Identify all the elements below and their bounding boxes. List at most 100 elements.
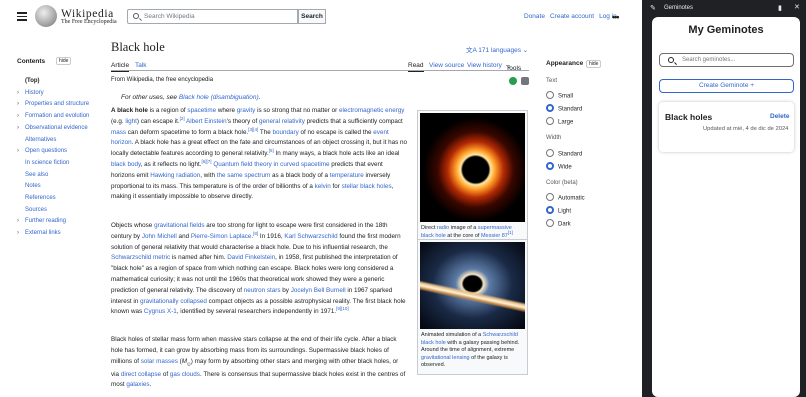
article-link[interactable]: the same spectrum: [217, 172, 271, 179]
toc-item[interactable]: › Properties and structure: [17, 101, 89, 107]
article-link[interactable]: Pierre-Simon Laplace: [191, 233, 252, 240]
appearance-hide-button[interactable]: hide: [586, 60, 602, 68]
toc-item[interactable]: In science fiction: [17, 160, 69, 166]
article-link[interactable]: neutron stars: [244, 287, 281, 294]
article-link[interactable]: Albert Einstein: [186, 118, 227, 125]
toc-item[interactable]: Notes: [17, 183, 41, 189]
chevron-right-icon[interactable]: ›: [17, 113, 25, 119]
article-link[interactable]: [3][4]: [248, 127, 258, 132]
article-link[interactable]: light: [125, 118, 137, 125]
toc-item[interactable]: › Formation and evolution: [17, 113, 89, 119]
article-link[interactable]: [2]: [180, 116, 185, 121]
text-standard-option[interactable]: Standard: [546, 104, 582, 113]
text-large-option[interactable]: Large: [546, 117, 573, 126]
create-geminote-button[interactable]: Create Geminote +: [659, 79, 794, 93]
color-dark-option[interactable]: Dark: [546, 219, 571, 228]
toc-item[interactable]: See also: [17, 172, 48, 178]
toc-item[interactable]: › External links: [17, 230, 61, 236]
toc-item[interactable]: › History: [17, 90, 44, 96]
article-link[interactable]: mass: [111, 129, 126, 136]
schwarzschild-simulation-image[interactable]: [420, 242, 525, 329]
note-title[interactable]: Black holes: [665, 112, 712, 122]
tab-view-history[interactable]: View history: [467, 62, 502, 69]
article-link[interactable]: electromagnetic energy: [339, 107, 404, 114]
tab-view-source[interactable]: View source: [429, 62, 464, 69]
article-link[interactable]: Quantum field theory in curved spacetime: [213, 161, 329, 168]
good-article-icon[interactable]: [509, 77, 517, 85]
more-options-icon[interactable]: •••: [612, 12, 620, 22]
article-link[interactable]: gas clouds: [170, 371, 200, 378]
article-link[interactable]: Jocelyn Bell Burnell: [291, 287, 346, 294]
article-link[interactable]: general relativity: [259, 118, 305, 125]
language-selector[interactable]: 文A 171 languages ⌄: [466, 44, 528, 54]
radio-icon[interactable]: [546, 149, 554, 157]
disambiguation-link[interactable]: Black hole (disambiguation): [179, 94, 259, 101]
radio-icon[interactable]: [546, 219, 554, 227]
color-automatic-option[interactable]: Automatic: [546, 193, 585, 202]
article-link[interactable]: black body: [111, 161, 141, 168]
pin-icon[interactable]: ▮: [778, 4, 782, 12]
toc-item[interactable]: › Further reading: [17, 218, 66, 224]
radio-icon[interactable]: [546, 193, 554, 201]
width-wide-option[interactable]: Wide: [546, 162, 572, 171]
article-link[interactable]: gravity: [237, 107, 256, 114]
toc-item[interactable]: (Top): [17, 78, 40, 84]
note-card[interactable]: Black holes Delete Updated at mié, 4 de …: [659, 102, 794, 152]
radio-icon[interactable]: [546, 91, 554, 99]
toc-item[interactable]: Alternatives: [17, 137, 56, 143]
toc-item[interactable]: References: [17, 195, 56, 201]
close-icon[interactable]: ✕: [794, 3, 800, 11]
article-link[interactable]: gravitational fields: [154, 222, 204, 229]
article-link[interactable]: spacetime: [187, 107, 216, 114]
article-link[interactable]: Karl Schwarzschild: [284, 233, 337, 240]
messier-87-link[interactable]: Messier 87: [481, 233, 508, 239]
chevron-right-icon[interactable]: ›: [17, 101, 25, 107]
article-link[interactable]: [6][7]: [202, 159, 212, 164]
main-menu-icon[interactable]: [17, 12, 27, 21]
chevron-right-icon[interactable]: ›: [17, 148, 25, 154]
lensing-link[interactable]: gravitational lensing: [421, 355, 470, 361]
article-link[interactable]: kelvin: [315, 183, 331, 190]
tools-menu[interactable]: Tools ⌄: [506, 62, 521, 72]
article-link[interactable]: boundary: [272, 129, 298, 136]
chevron-right-icon[interactable]: ›: [17, 90, 25, 96]
donate-link[interactable]: Donate: [524, 13, 545, 20]
protected-lock-icon[interactable]: [521, 77, 529, 85]
wikipedia-globe-logo[interactable]: [35, 5, 57, 27]
chevron-right-icon[interactable]: ›: [17, 218, 25, 224]
geminotes-search-input[interactable]: Search geminotes...: [659, 53, 794, 67]
article-link[interactable]: [8]: [253, 231, 258, 236]
article-link[interactable]: David Finkelstein: [227, 254, 275, 261]
create-account-link[interactable]: Create account: [550, 13, 594, 20]
article-link[interactable]: gravitationally collapsed: [140, 298, 207, 305]
radio-link[interactable]: radio: [437, 225, 449, 231]
chevron-right-icon[interactable]: ›: [17, 125, 25, 131]
delete-note-button[interactable]: Delete: [770, 113, 790, 120]
article-link[interactable]: Hawking radiation: [150, 172, 200, 179]
wiki-search-button[interactable]: Search: [298, 9, 326, 24]
toc-item[interactable]: › Open questions: [17, 148, 67, 154]
article-link[interactable]: galaxies: [126, 381, 149, 388]
article-link[interactable]: Cygnus X-1: [144, 308, 177, 315]
radio-checked-icon[interactable]: [546, 162, 554, 170]
radio-icon[interactable]: [546, 117, 554, 125]
tab-article[interactable]: Article: [111, 62, 130, 72]
article-link[interactable]: solar masses: [141, 358, 178, 365]
color-light-option[interactable]: Light: [546, 206, 571, 215]
toc-item[interactable]: Sources: [17, 207, 47, 213]
article-link[interactable]: temperature: [330, 172, 364, 179]
chevron-right-icon[interactable]: ›: [17, 230, 25, 236]
radio-checked-icon[interactable]: [546, 206, 554, 214]
toc-hide-button[interactable]: hide: [56, 57, 72, 65]
tab-read[interactable]: Read: [408, 62, 424, 72]
article-link[interactable]: direct collapse: [121, 371, 161, 378]
radio-checked-icon[interactable]: [546, 104, 554, 112]
article-link[interactable]: Schwarzschild metric: [111, 254, 170, 261]
article-link[interactable]: stellar black holes: [342, 183, 392, 190]
text-small-option[interactable]: Small: [546, 91, 573, 100]
wiki-search-input[interactable]: Search Wikipedia: [127, 9, 298, 24]
article-link[interactable]: [5]: [269, 148, 274, 153]
article-link[interactable]: John Michell: [142, 233, 177, 240]
m87-black-hole-image[interactable]: [420, 113, 525, 222]
tab-talk[interactable]: Talk: [135, 62, 147, 69]
